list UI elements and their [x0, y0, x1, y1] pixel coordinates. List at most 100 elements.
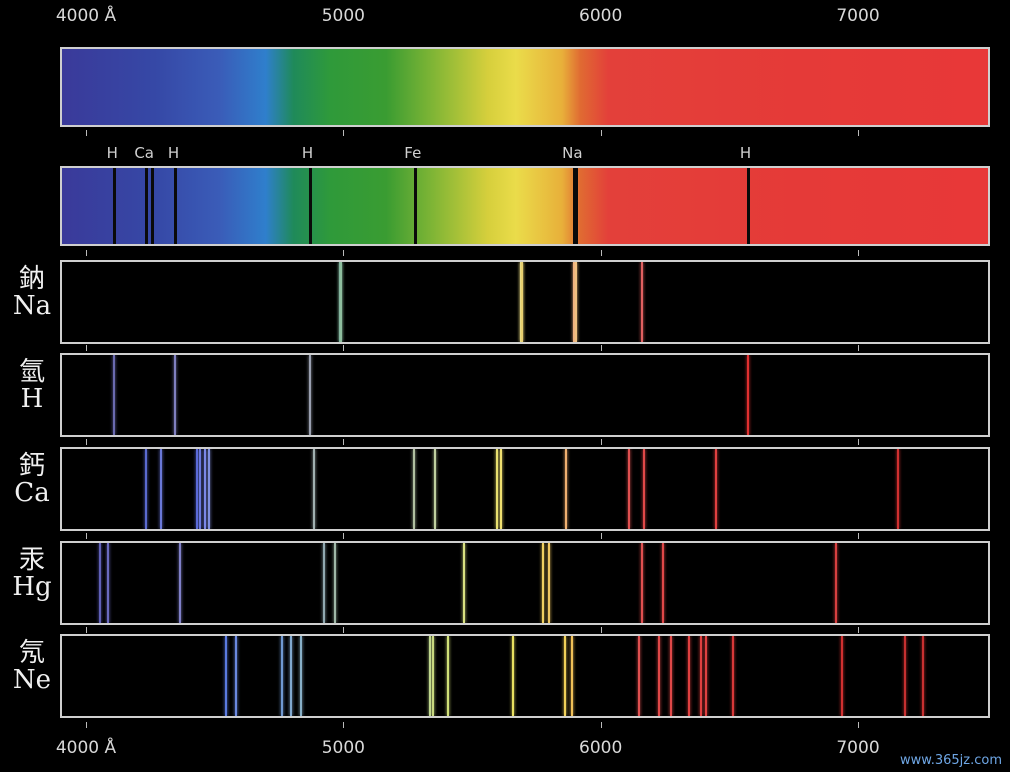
emission-line — [99, 543, 102, 623]
absorption-line — [151, 168, 155, 244]
axis-tick — [86, 533, 87, 539]
emission-line — [234, 636, 237, 716]
emission-line — [495, 449, 498, 529]
emission-line — [299, 636, 302, 716]
emission-spectrum-ne — [60, 634, 990, 718]
axis-tick — [343, 345, 345, 351]
axis-tick — [600, 722, 602, 728]
emission-line — [705, 636, 708, 716]
emission-line — [204, 449, 207, 529]
axis-tick — [600, 130, 602, 136]
absorption-label: H — [739, 144, 752, 162]
element-label: 汞 Hg — [8, 545, 56, 602]
axis-tick — [343, 722, 345, 728]
axis-tick — [600, 627, 602, 633]
emission-line — [107, 543, 110, 623]
emission-line — [113, 355, 116, 435]
emission-spectrum-h — [60, 353, 990, 437]
axis-tick — [858, 250, 859, 256]
element-symbol: H — [20, 384, 44, 415]
axis-tick — [600, 345, 602, 351]
emission-line — [462, 543, 465, 623]
emission-line — [687, 636, 690, 716]
emission-line — [145, 449, 148, 529]
absorption-line — [413, 168, 417, 244]
absorption-label: Ca — [134, 144, 154, 162]
element-symbol: Ca — [14, 478, 50, 509]
absorption-line — [746, 168, 750, 244]
axis-tick — [86, 722, 87, 728]
emission-line — [670, 636, 673, 716]
emission-spectrum-hg — [60, 541, 990, 625]
emission-line — [334, 543, 337, 623]
emission-line — [412, 449, 415, 529]
emission-line — [746, 355, 749, 435]
emission-line — [714, 449, 717, 529]
axis-tick-label: 6000 — [579, 6, 623, 26]
axis-tick-label: 6000 — [579, 738, 623, 758]
axis-tick — [86, 345, 87, 351]
emission-line — [563, 636, 566, 716]
emission-line — [571, 636, 574, 716]
emission-line — [922, 636, 925, 716]
emission-line — [657, 636, 660, 716]
absorption-label: H — [167, 144, 180, 162]
emission-line — [179, 543, 182, 623]
axis-tick — [86, 250, 87, 256]
emission-spectrum-ca — [60, 447, 990, 531]
emission-line — [289, 636, 292, 716]
axis-tick — [600, 439, 602, 445]
emission-line — [835, 543, 838, 623]
axis-tick — [858, 627, 859, 633]
element-chinese-name: 氖 — [18, 638, 45, 668]
element-chinese-name: 鈣 — [18, 451, 45, 481]
axis-tick — [600, 250, 602, 256]
emission-line — [207, 449, 210, 529]
axis-tick-label: 5000 — [321, 6, 365, 26]
element-label: 鈉 Na — [8, 264, 56, 321]
emission-line — [432, 636, 435, 716]
emission-line — [429, 636, 432, 716]
absorption-label: H — [301, 144, 314, 162]
element-label: 鈣 Ca — [8, 451, 56, 509]
emission-line — [643, 449, 646, 529]
emission-line — [225, 636, 228, 716]
emission-line — [903, 636, 906, 716]
emission-line — [198, 449, 201, 529]
element-label: 氫H — [8, 358, 56, 415]
element-chinese-name: 鈉 — [18, 264, 45, 294]
axis-tick — [86, 130, 87, 136]
emission-line — [627, 449, 630, 529]
absorption-label: Na — [562, 144, 583, 162]
emission-line — [641, 262, 644, 342]
emission-line — [322, 543, 325, 623]
emission-line — [521, 262, 524, 342]
element-chinese-name: 汞 — [18, 545, 45, 575]
axis-tick — [86, 439, 87, 445]
axis-tick — [858, 722, 859, 728]
absorption-spectrum — [60, 166, 990, 246]
axis-tick-label: 5000 — [321, 738, 365, 758]
element-symbol: Ne — [12, 665, 52, 696]
axis-tick — [858, 533, 859, 539]
emission-line — [339, 262, 342, 342]
emission-line — [547, 543, 550, 623]
axis-tick — [343, 250, 345, 256]
emission-line — [574, 262, 577, 342]
absorption-line — [574, 168, 578, 244]
axis-tick — [858, 130, 859, 136]
emission-line — [159, 449, 162, 529]
axis-tick-label: 4000 Å — [55, 6, 117, 26]
emission-line — [638, 636, 641, 716]
axis-tick — [343, 533, 345, 539]
emission-line — [308, 355, 311, 435]
emission-line — [840, 636, 843, 716]
emission-line — [434, 449, 437, 529]
emission-line — [280, 636, 283, 716]
emission-line — [564, 449, 567, 529]
axis-tick — [343, 130, 345, 136]
axis-tick-label: 4000 Å — [55, 738, 117, 758]
absorption-line — [308, 168, 312, 244]
emission-line — [897, 449, 900, 529]
absorption-label: H — [106, 144, 118, 162]
